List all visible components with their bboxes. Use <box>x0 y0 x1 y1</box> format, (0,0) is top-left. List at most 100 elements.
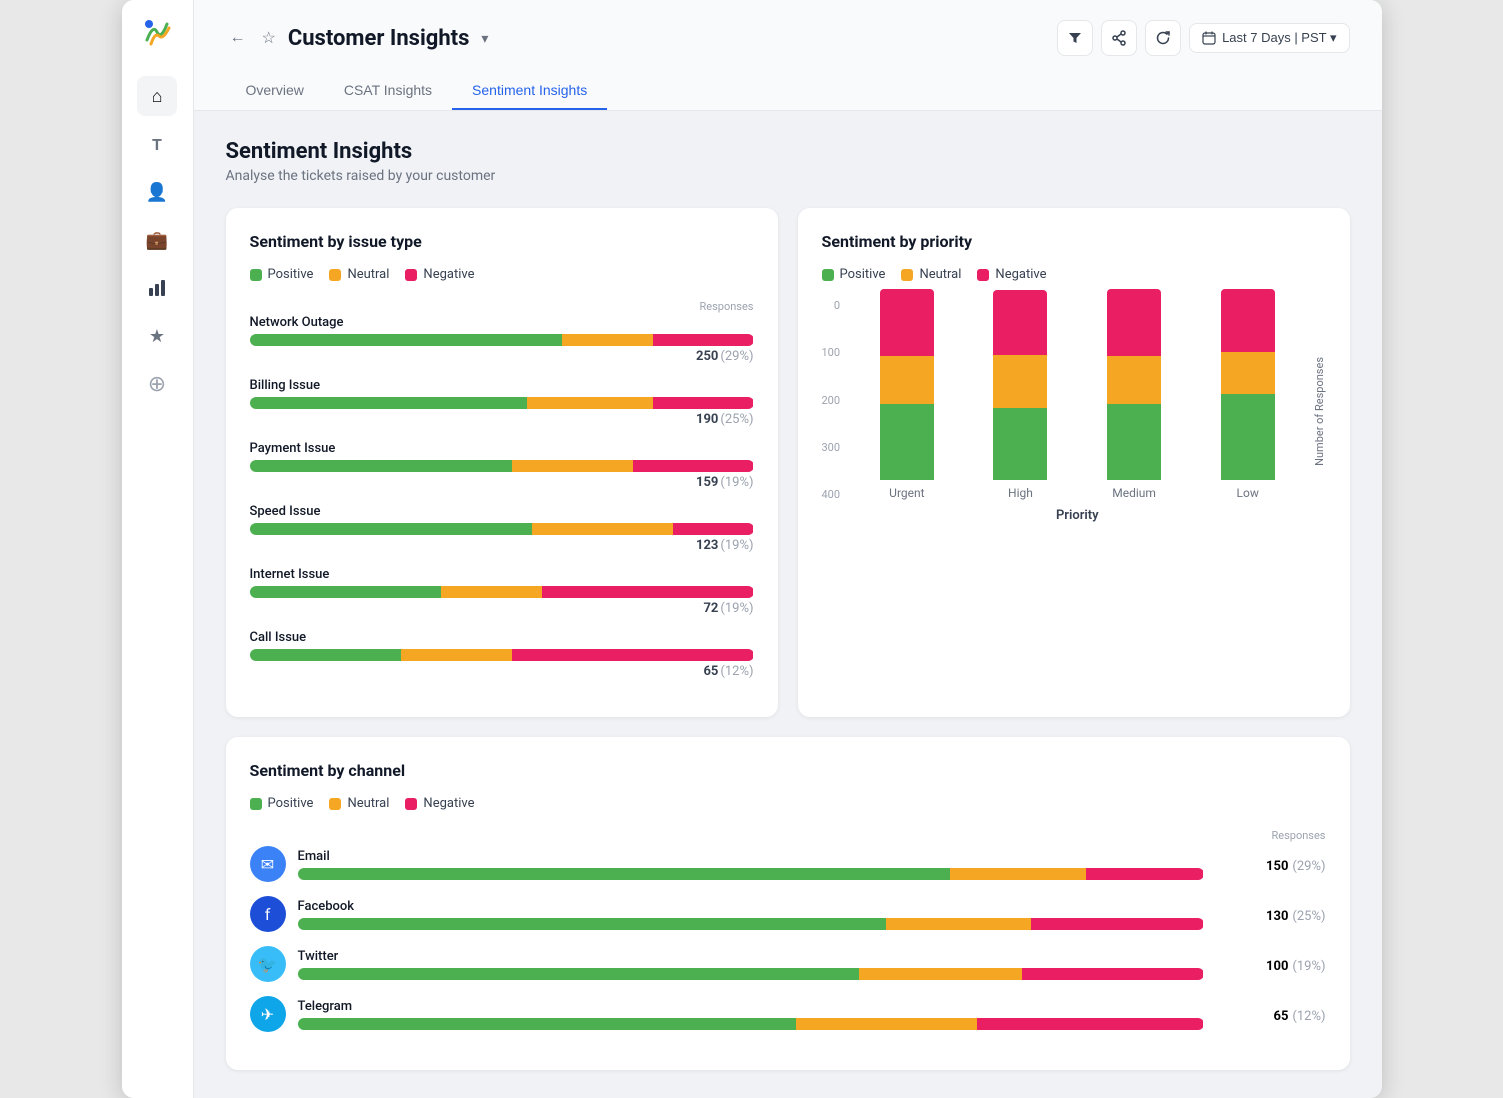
sidebar: ⌂ T 👤 💼 ★ ⊕ <box>122 0 194 1098</box>
priority-bar-group: Medium <box>1085 289 1183 500</box>
bar-pct: (19%) <box>720 538 753 553</box>
title-dropdown-button[interactable]: ▾ <box>481 30 488 47</box>
sidebar-item-favorites[interactable]: ★ <box>137 316 177 356</box>
bar-track <box>250 460 754 472</box>
legend-neutral: Neutral <box>329 267 389 282</box>
channel-bar-wrap: Email <box>298 849 1204 880</box>
channel-bar-track <box>298 1018 1204 1030</box>
v-bar-negative <box>993 290 1047 355</box>
channel-bar-negative <box>977 1018 1204 1030</box>
issue-bar-row: Call Issue 65 (12%) <box>250 630 754 679</box>
priority-legend-positive-dot <box>822 269 834 281</box>
channel-icon: ✉ <box>250 846 286 882</box>
channel-row: f Facebook 130 (25%) <box>250 896 1326 932</box>
bar-track <box>250 649 754 661</box>
channel-bar-positive <box>298 968 860 980</box>
sidebar-item-contacts[interactable]: 👤 <box>137 172 177 212</box>
channel-bar-negative <box>1022 968 1203 980</box>
bar-meta: 159 (19%) <box>250 475 754 490</box>
priority-legend-negative-dot <box>977 269 989 281</box>
bar-negative <box>653 334 754 346</box>
share-button[interactable] <box>1101 20 1137 56</box>
legend-positive-dot <box>250 269 262 281</box>
channel-row: ✉ Email 150 (29%) <box>250 846 1326 882</box>
tab-csat[interactable]: CSAT Insights <box>324 72 452 110</box>
priority-bar-chart: Urgent High Medium Low <box>848 300 1306 500</box>
sidebar-item-reports[interactable] <box>137 268 177 308</box>
channel-bar-positive <box>298 918 887 930</box>
legend-neutral-label: Neutral <box>347 267 389 282</box>
v-bar-neutral <box>1221 352 1275 394</box>
sidebar-item-home[interactable]: ⌂ <box>137 76 177 116</box>
priority-legend-neutral-label: Neutral <box>919 267 961 282</box>
bar-count: 190 <box>696 412 718 427</box>
bar-neutral <box>441 586 542 598</box>
refresh-button[interactable] <box>1145 20 1181 56</box>
bar-positive <box>250 649 401 661</box>
priority-bar-group: High <box>972 290 1070 500</box>
issue-type-title: Sentiment by issue type <box>250 232 754 251</box>
bar-label: Call Issue <box>250 630 754 645</box>
channel-card: Sentiment by channel Positive Neutral Ne… <box>226 737 1350 1070</box>
channel-legend-positive: Positive <box>250 796 314 811</box>
bar-label: Billing Issue <box>250 378 754 393</box>
sidebar-item-add[interactable]: ⊕ <box>137 364 177 404</box>
bar-track <box>250 523 754 535</box>
bar-pct: (25%) <box>720 412 753 427</box>
tab-bar: Overview CSAT Insights Sentiment Insight… <box>226 72 1350 110</box>
channel-icon: ✈ <box>250 996 286 1032</box>
favorite-button[interactable]: ☆ <box>258 24 280 52</box>
priority-bar-group: Urgent <box>858 289 956 500</box>
priority-xlabel: Priority <box>848 508 1306 523</box>
v-bar-xlabel: Urgent <box>889 486 924 500</box>
date-range-button[interactable]: Last 7 Days | PST ▾ <box>1189 23 1349 53</box>
bar-track <box>250 334 754 346</box>
bar-negative <box>633 460 754 472</box>
v-bar-negative <box>880 289 934 356</box>
channel-name: Facebook <box>298 899 1204 914</box>
y-axis-label: 0 <box>822 300 841 311</box>
filter-button[interactable] <box>1057 20 1093 56</box>
bar-label: Speed Issue <box>250 504 754 519</box>
sidebar-item-work[interactable]: 💼 <box>137 220 177 260</box>
channel-legend-negative: Negative <box>405 796 474 811</box>
tab-sentiment[interactable]: Sentiment Insights <box>452 72 607 110</box>
legend-neutral-dot <box>329 269 341 281</box>
bar-neutral <box>512 460 633 472</box>
v-bar-neutral <box>993 355 1047 408</box>
channel-pct: (19%) <box>1292 959 1325 974</box>
back-button[interactable]: ← <box>226 25 250 51</box>
issue-bar-row: Payment Issue 159 (19%) <box>250 441 754 490</box>
priority-legend-neutral: Neutral <box>901 267 961 282</box>
bar-label: Internet Issue <box>250 567 754 582</box>
bar-label: Payment Issue <box>250 441 754 456</box>
bar-meta: 123 (19%) <box>250 538 754 553</box>
y-axis-label: 300 <box>822 442 841 453</box>
v-bar-negative <box>1221 289 1275 352</box>
channel-bar-neutral <box>796 1018 977 1030</box>
priority-legend-negative-label: Negative <box>995 267 1046 282</box>
channel-name: Email <box>298 849 1204 864</box>
channel-legend-negative-dot <box>405 798 417 810</box>
bar-neutral <box>562 334 653 346</box>
v-bar-positive <box>1221 394 1275 480</box>
y-axis-label: 100 <box>822 347 841 358</box>
tab-overview[interactable]: Overview <box>226 72 324 110</box>
bar-neutral <box>532 523 673 535</box>
v-bar-xlabel: Low <box>1237 486 1259 500</box>
channel-name: Telegram <box>298 999 1204 1014</box>
channel-icon: 🐦 <box>250 946 286 982</box>
priority-legend: Positive Neutral Negative <box>822 267 1326 282</box>
bar-neutral <box>401 649 512 661</box>
priority-legend-negative: Negative <box>977 267 1046 282</box>
channel-bar-track <box>298 968 1204 980</box>
sidebar-item-text[interactable]: T <box>137 124 177 164</box>
issue-type-card: Sentiment by issue type Positive Neutral <box>226 208 778 717</box>
bar-track <box>250 397 754 409</box>
channel-count: 130 <box>1266 909 1288 924</box>
bar-count: 72 <box>703 601 718 616</box>
y-axis-label: 200 <box>822 395 841 406</box>
channel-bar-neutral <box>859 968 1022 980</box>
bar-count: 250 <box>696 349 718 364</box>
app-logo <box>141 16 173 52</box>
